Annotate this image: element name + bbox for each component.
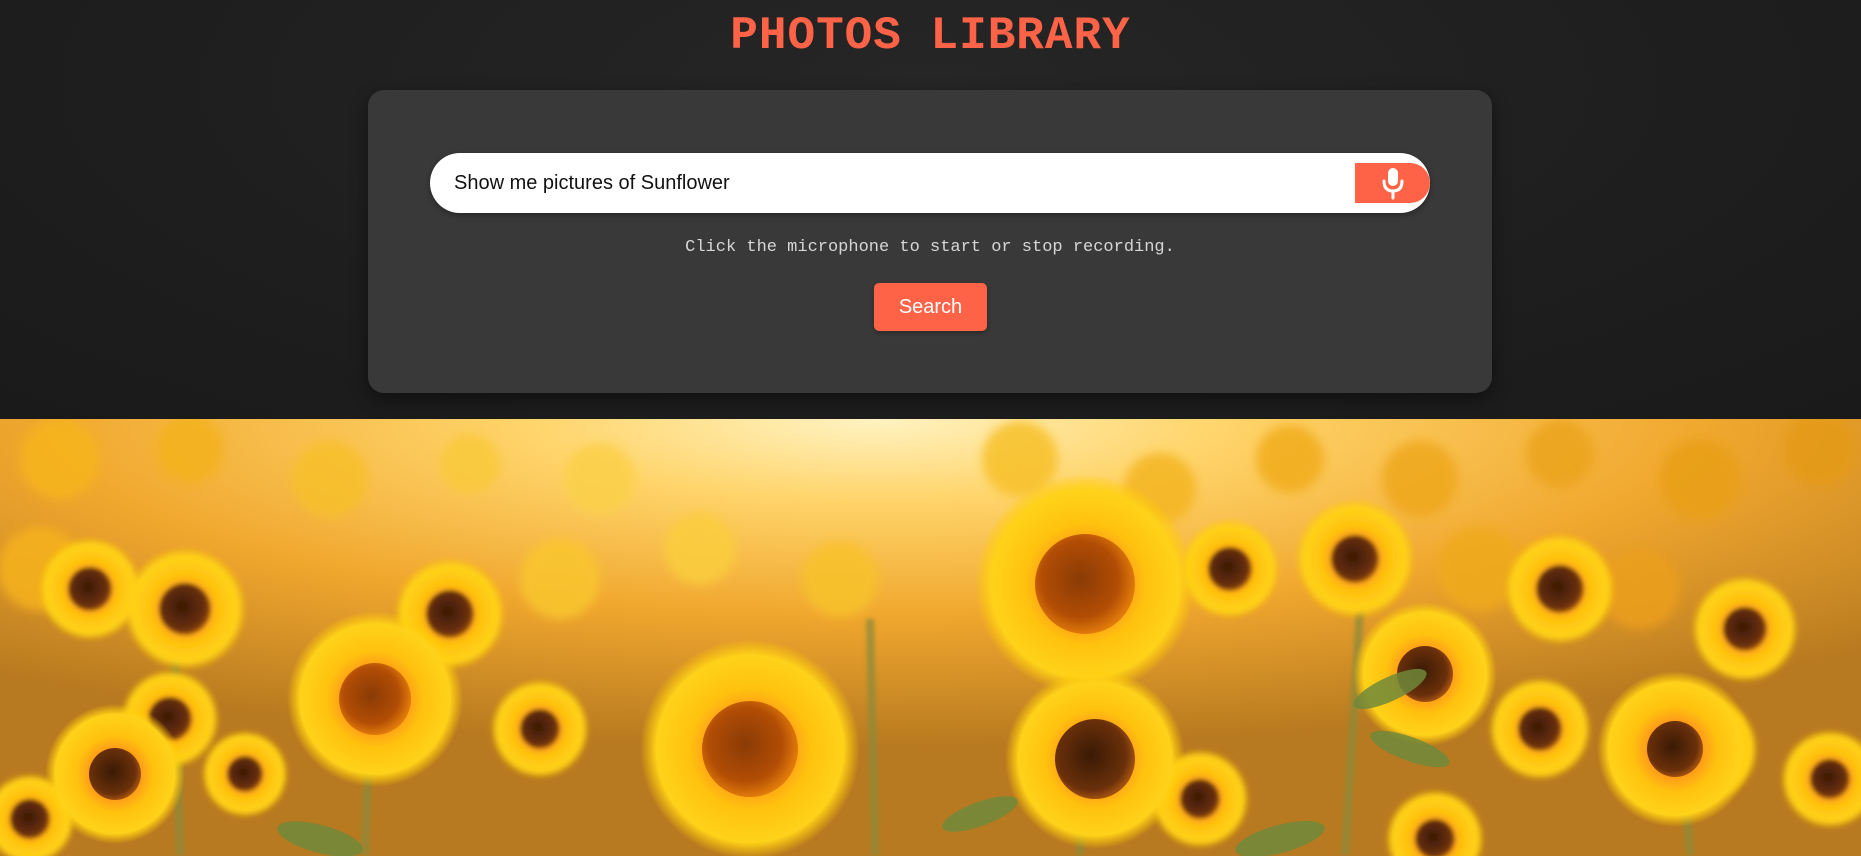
sunflower-photo [0, 419, 1861, 856]
sunflower-field-image [0, 419, 1861, 856]
recording-hint: Click the microphone to start or stop re… [685, 238, 1175, 257]
search-button[interactable]: Search [874, 283, 987, 331]
search-panel: Click the microphone to start or stop re… [368, 90, 1492, 393]
search-bar [430, 153, 1430, 213]
microphone-icon [1382, 168, 1403, 200]
microphone-button[interactable] [1355, 163, 1430, 203]
header-area: PHOTOS LIBRARY Click the microphone to s… [0, 0, 1861, 419]
search-input[interactable] [454, 153, 1344, 213]
page-title: PHOTOS LIBRARY [730, 10, 1131, 62]
